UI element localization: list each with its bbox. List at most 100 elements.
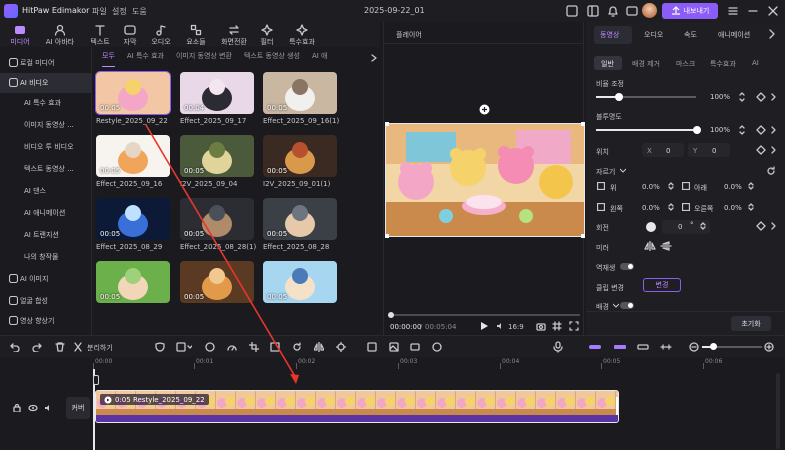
menu-help[interactable]: 도움 <box>132 6 147 17</box>
crop-left-stepper-icon[interactable] <box>668 203 674 211</box>
menu-settings[interactable]: 설정 <box>112 6 127 17</box>
progress-handle[interactable] <box>388 312 394 318</box>
scale-keyframe-icon[interactable] <box>756 92 766 102</box>
sidebar-item-5[interactable]: 텍스트 동영상 ... <box>0 159 92 179</box>
image-icon[interactable] <box>389 342 399 352</box>
speed-icon[interactable] <box>227 342 237 352</box>
text-template-icon[interactable] <box>176 342 192 352</box>
marker-handle[interactable] <box>93 375 99 385</box>
sidebar-item-4[interactable]: 비디오 투 비디오 <box>0 137 92 157</box>
reset-button[interactable]: 초기화 <box>731 316 771 331</box>
video-clip[interactable]: 0:05 Restyle_2025_09_22 <box>95 390 619 423</box>
export-button[interactable]: 내보내기 <box>662 3 718 19</box>
tab-image-to-video[interactable]: 이미지 동영상 변환 <box>176 51 232 67</box>
minimize-icon[interactable] <box>746 4 760 18</box>
eye-track-icon[interactable] <box>28 404 38 412</box>
crop-bottom-value[interactable]: 0.0% <box>724 183 742 191</box>
timeline-ruler[interactable]: 00:00 00:01 00:02 00:03 00:04 00:05 00:06 <box>0 357 785 369</box>
record-icon[interactable] <box>432 342 442 352</box>
menu-file[interactable]: 파일 <box>92 6 107 17</box>
microphone-icon[interactable] <box>553 341 563 353</box>
media-thumbnail[interactable]: 00:05 <box>263 135 337 177</box>
prop-tab-audio[interactable]: 오디오 <box>644 30 663 40</box>
opacity-next-keyframe-icon[interactable] <box>770 125 778 135</box>
media-thumbnail[interactable]: 00:05 <box>95 71 171 115</box>
crop-reset-icon[interactable] <box>766 166 776 176</box>
prop-tabs-next-icon[interactable] <box>767 29 777 39</box>
subtitle-gen-icon[interactable] <box>367 342 377 352</box>
prop-tab-video[interactable]: 동영상 <box>600 30 619 40</box>
scale-knob[interactable] <box>615 93 623 101</box>
monitor-icon[interactable] <box>586 4 600 18</box>
media-thumbnail[interactable]: 00:05 <box>263 72 337 114</box>
tool-filter[interactable]: 필터 <box>256 22 278 47</box>
sidebar-item-9[interactable]: 나의 창작물 <box>0 247 92 267</box>
split-icon[interactable] <box>73 342 83 352</box>
background-toggle[interactable] <box>620 302 634 309</box>
layout-icon[interactable] <box>565 4 579 18</box>
rotate-handle-icon[interactable] <box>479 104 490 115</box>
shield-icon[interactable] <box>155 342 165 352</box>
change-button[interactable]: 변경 <box>643 278 681 292</box>
zoom-out-icon[interactable] <box>689 342 699 352</box>
media-thumbnail[interactable]: 00:05 <box>96 261 170 303</box>
scale-value[interactable]: 100% <box>710 93 730 101</box>
crop-right-value[interactable]: 0.0% <box>724 204 742 212</box>
sidebar-item-11[interactable]: 얼굴 합성 <box>0 291 92 311</box>
crop-top-value[interactable]: 0.0% <box>642 183 660 191</box>
rotate-keyframe-icon[interactable] <box>756 221 766 231</box>
rotate-next-keyframe-icon[interactable] <box>770 221 778 231</box>
screen-icon[interactable] <box>410 342 420 352</box>
track-icon[interactable] <box>637 342 649 352</box>
media-thumbnail[interactable]: 00:05 <box>263 198 337 240</box>
opacity-value[interactable]: 100% <box>710 126 730 134</box>
sidebar-item-7[interactable]: AI 애니메이션 <box>0 203 92 223</box>
subtab-ai[interactable]: AI <box>752 59 759 67</box>
mirror-horizontal-icon[interactable] <box>644 241 656 251</box>
sidebar-item-6[interactable]: AI 댄스 <box>0 181 92 201</box>
fit-icon[interactable] <box>270 342 280 352</box>
media-thumbnail[interactable]: 00:05 <box>180 135 254 177</box>
opacity-stepper-icon[interactable] <box>738 125 746 135</box>
link-icon[interactable] <box>589 342 601 352</box>
crop-dropdown-icon[interactable] <box>620 168 626 174</box>
play-icon[interactable] <box>479 321 489 331</box>
sidebar-item-12[interactable]: 영상 향상기 <box>0 311 92 331</box>
scale-next-keyframe-icon[interactable] <box>770 92 778 102</box>
tool-audio[interactable]: 오디오 <box>146 22 176 47</box>
rotate-icon[interactable] <box>292 342 302 352</box>
speaker-icon[interactable] <box>496 322 504 330</box>
timeline-scrollbar[interactable] <box>776 373 780 449</box>
media-thumbnail[interactable]: 00:04 <box>180 72 254 114</box>
video-preview[interactable] <box>385 123 585 237</box>
progress-track[interactable] <box>390 314 580 316</box>
bell-icon[interactable] <box>606 4 620 18</box>
subtab-general[interactable]: 일반 <box>601 59 614 69</box>
crop-icon[interactable] <box>249 342 259 352</box>
fullscreen-icon[interactable] <box>569 321 579 331</box>
media-thumbnail[interactable]: 00:05 <box>180 261 254 303</box>
tab-ai-more[interactable]: AI 애 <box>312 51 328 67</box>
tool-ai-avatar[interactable]: AI 아바타 <box>40 22 80 47</box>
grid-icon[interactable] <box>552 321 562 331</box>
clip-trim-handle[interactable] <box>616 397 618 415</box>
freeze-icon[interactable] <box>205 342 215 352</box>
crop-right-stepper-icon[interactable] <box>748 203 754 211</box>
media-thumbnail[interactable]: 00:05 <box>263 261 337 303</box>
subtab-bg-remove[interactable]: 배경 제거 <box>632 59 660 69</box>
opacity-slider[interactable] <box>596 129 696 131</box>
crop-top-stepper-icon[interactable] <box>668 182 674 190</box>
snap-icon[interactable] <box>614 342 626 352</box>
mirror-icon[interactable] <box>314 342 324 352</box>
reverse-toggle[interactable] <box>620 263 634 270</box>
media-thumbnail[interactable]: 00:05 <box>96 198 170 240</box>
tabs-scroll-right-icon[interactable] <box>370 54 378 62</box>
tool-subtitle[interactable]: 자막 <box>116 22 144 47</box>
scale-stepper-icon[interactable] <box>738 92 746 102</box>
snapshot-icon[interactable] <box>536 321 546 331</box>
stabilize-icon[interactable] <box>336 342 346 352</box>
sidebar-item-1[interactable]: AI 비디오 <box>0 73 92 93</box>
media-thumbnail[interactable]: 00:05 <box>96 135 170 177</box>
subtab-effects[interactable]: 특수효과 <box>710 59 736 69</box>
mute-track-icon[interactable] <box>44 404 52 412</box>
